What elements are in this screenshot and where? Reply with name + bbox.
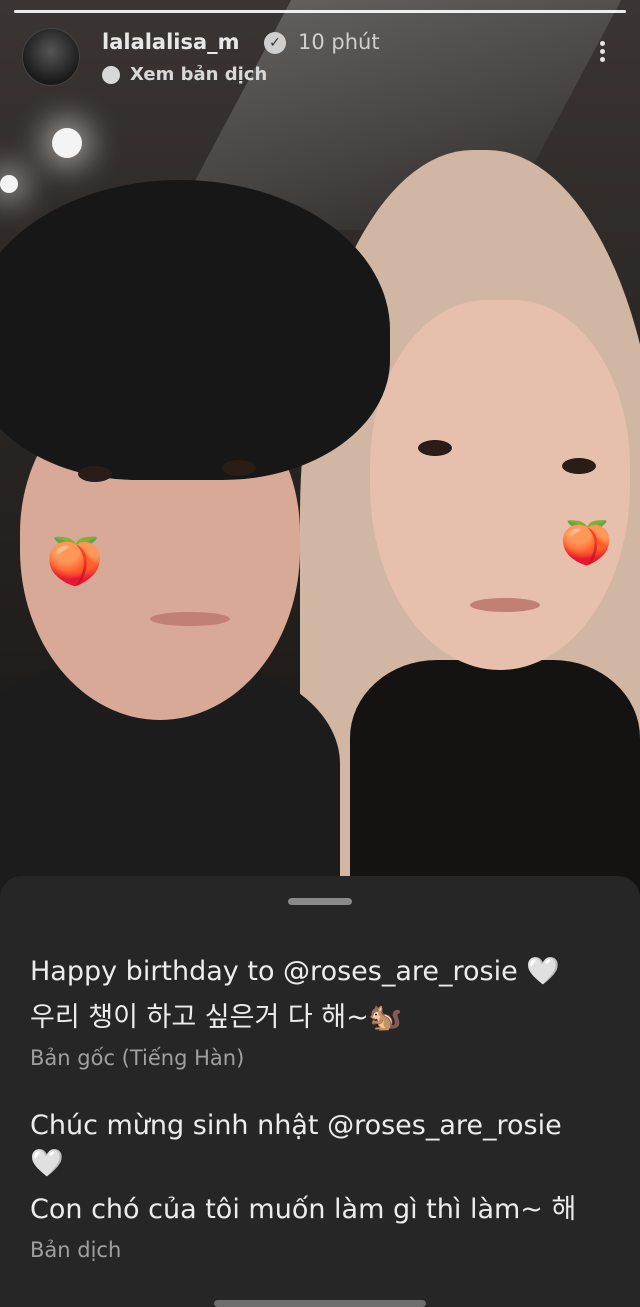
avatar[interactable]	[22, 28, 80, 86]
translate-icon	[102, 66, 120, 84]
post-time: 10 phút	[298, 30, 380, 54]
original-language-label: Bản gốc (Tiếng Hàn)	[30, 1046, 245, 1070]
more-vertical-icon	[599, 49, 605, 54]
translated-caption-line2: Con chó của tôi muốn làm gì thì làm~ 해	[30, 1194, 577, 1225]
original-caption-line1: Happy birthday to @roses_are_rosie 🤍	[30, 956, 560, 987]
verified-badge-icon: ✓	[264, 32, 286, 54]
more-vertical-icon	[599, 57, 605, 62]
eye	[562, 458, 596, 474]
more-vertical-icon	[599, 41, 605, 46]
ceiling-light	[52, 128, 82, 158]
peach-sticker-right: 🍑	[560, 518, 613, 567]
peach-sticker-left: 🍑	[46, 534, 104, 588]
story-progress-bar	[14, 10, 626, 13]
translation-sheet[interactable]: Happy birthday to @roses_are_rosie 🤍 우리 …	[0, 876, 640, 1307]
person-right-face	[370, 300, 630, 670]
original-caption-line2: 우리 챙이 하고 싶은거 다 해~🐿️	[30, 1002, 403, 1033]
eye	[418, 440, 452, 456]
eye	[78, 466, 112, 482]
home-indicator	[214, 1300, 426, 1307]
story-photo[interactable]: 🍑 🍑 lalalalisa_m ✓ 10 phút Xem bản dịch	[0, 0, 640, 900]
mouth	[150, 612, 230, 626]
translated-caption-line1: Chúc mừng sinh nhật @roses_are_rosie	[30, 1110, 562, 1141]
sheet-drag-handle[interactable]	[288, 898, 352, 905]
see-translation-label: Xem bản dịch	[130, 64, 268, 85]
story-header: lalalalisa_m ✓ 10 phút Xem bản dịch	[22, 28, 618, 88]
person-right-shirt	[350, 660, 640, 900]
eye	[222, 460, 256, 476]
username[interactable]: lalalalisa_m	[102, 30, 240, 54]
translation-label: Bản dịch	[30, 1238, 122, 1262]
more-options-button[interactable]	[592, 38, 612, 74]
story-progress-fill	[14, 10, 626, 13]
mouth	[470, 598, 540, 612]
story-viewer[interactable]: 🍑 🍑 lalalalisa_m ✓ 10 phút Xem bản dịch …	[0, 0, 640, 1307]
translated-caption-heart: 🤍	[30, 1148, 64, 1179]
ceiling-light	[0, 175, 18, 193]
